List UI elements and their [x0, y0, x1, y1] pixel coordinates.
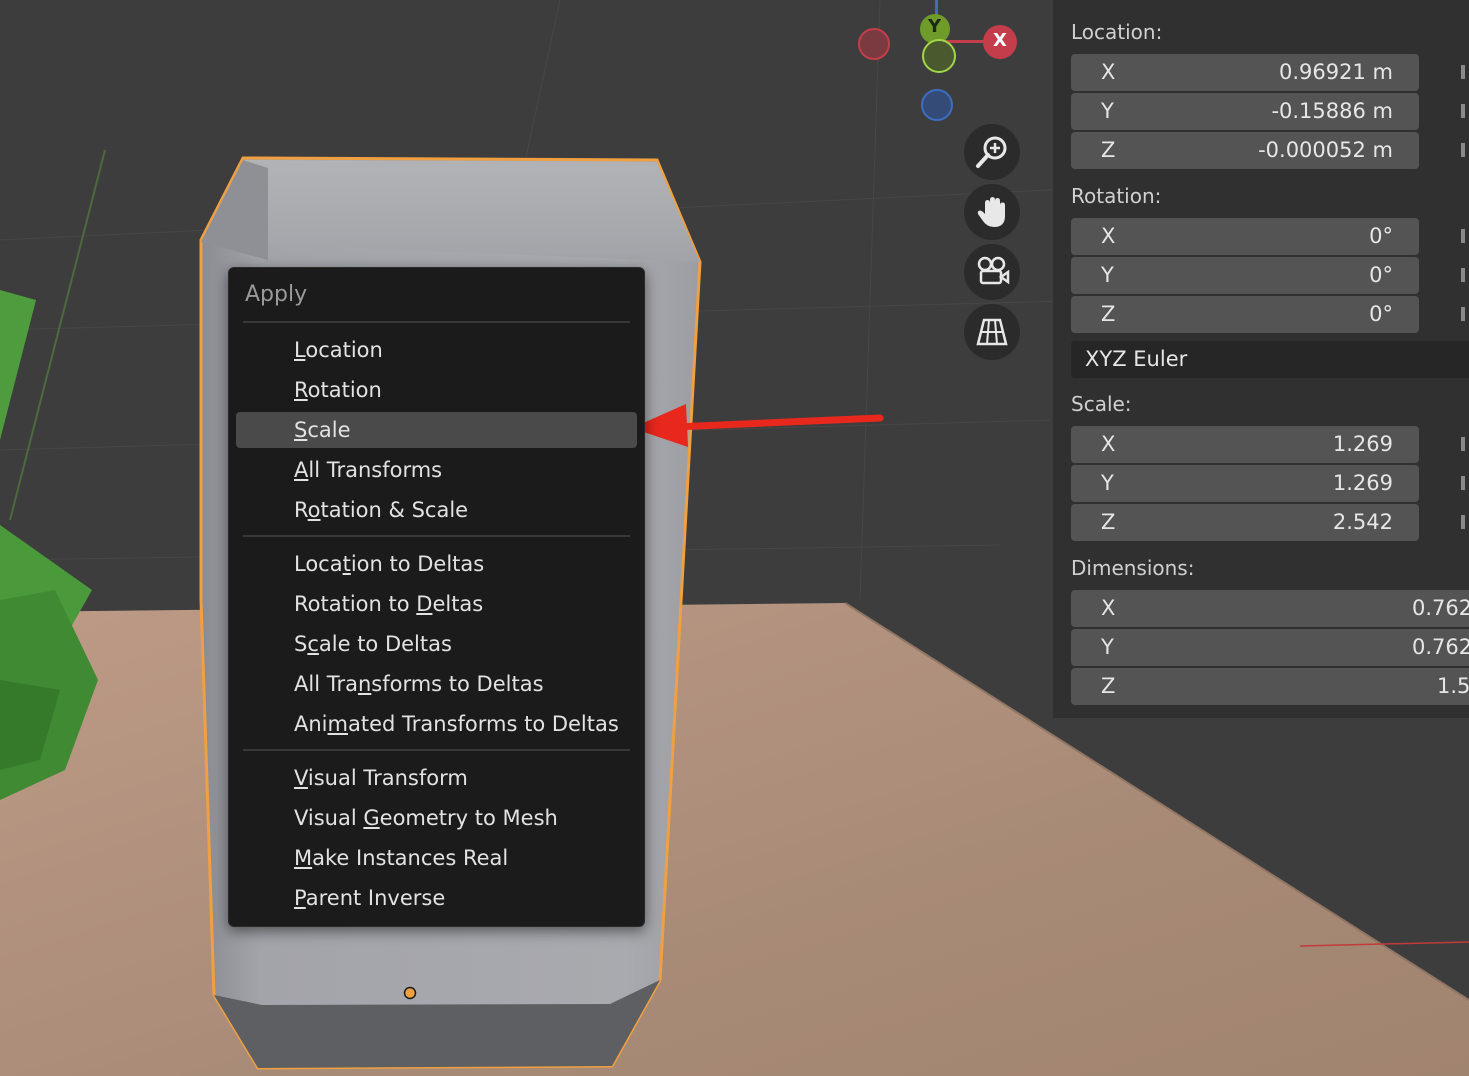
menu-item-parent-inverse[interactable]: Parent Inverse — [236, 880, 637, 916]
field-axis: Z — [1101, 674, 1116, 698]
animate-property-icon[interactable] — [1461, 268, 1465, 282]
perspective-grid-icon — [976, 318, 1008, 346]
animate-property-icon[interactable] — [1461, 476, 1465, 490]
field-axis: Y — [1101, 263, 1114, 287]
menu-item-visual-geometry-to-mesh[interactable]: Visual Geometry to Mesh — [236, 800, 637, 836]
scale-z-field[interactable]: Z 2.542 — [1071, 504, 1419, 541]
menu-item-rotation-to-deltas[interactable]: Rotation to Deltas — [236, 586, 637, 622]
field-value: 0° — [1369, 263, 1393, 287]
field-value: 2.542 — [1332, 510, 1393, 534]
animate-property-icon[interactable] — [1461, 104, 1465, 118]
gizmo-neg-z-axis[interactable] — [921, 89, 953, 121]
field-axis: X — [1101, 224, 1116, 248]
animate-property-icon[interactable] — [1461, 307, 1465, 321]
rotation-label: Rotation: — [1071, 184, 1162, 208]
menu-separator — [243, 321, 630, 323]
field-axis: Y — [1101, 471, 1114, 495]
zoom-icon — [976, 136, 1007, 168]
menu-item-all-transforms-to-deltas[interactable]: All Transforms to Deltas — [236, 666, 637, 702]
menu-item-label: All Transforms to Deltas — [294, 672, 544, 696]
menu-title: Apply — [245, 282, 308, 307]
perspective-toggle-button[interactable] — [964, 304, 1020, 360]
field-value: 1.269 — [1332, 471, 1393, 495]
field-axis: X — [1101, 432, 1116, 456]
field-axis: X — [1101, 596, 1116, 620]
location-label: Location: — [1071, 20, 1163, 44]
menu-item-visual-transform[interactable]: Visual Transform — [236, 760, 637, 796]
menu-item-label: Rotation to Deltas — [294, 592, 484, 616]
menu-item-label: Animated Transforms to Deltas — [294, 712, 619, 736]
location-x-field[interactable]: X 0.96921 m — [1071, 54, 1419, 91]
field-axis: Z — [1101, 302, 1116, 326]
field-value: 0° — [1369, 302, 1393, 326]
gizmo-y-label: Y — [928, 16, 942, 37]
pan-button[interactable] — [964, 184, 1020, 240]
gizmo-x-label: X — [993, 30, 1007, 51]
field-value: 1.269 — [1332, 432, 1393, 456]
field-value: 0° — [1369, 224, 1393, 248]
menu-item-label: Scale to Deltas — [294, 632, 452, 656]
gizmo-neg-y-axis[interactable] — [922, 39, 956, 73]
scale-label: Scale: — [1071, 392, 1132, 416]
scale-x-field[interactable]: X 1.269 — [1071, 426, 1419, 463]
field-axis: Z — [1101, 138, 1116, 162]
rotation-mode-dropdown[interactable]: XYZ Euler — [1071, 341, 1469, 378]
menu-item-make-instances-real[interactable]: Make Instances Real — [236, 840, 637, 876]
field-value: 1.53 — [1437, 674, 1469, 698]
field-value: -0.000052 m — [1258, 138, 1393, 162]
field-value: 0.762 — [1412, 635, 1469, 659]
dropdown-value: XYZ Euler — [1085, 347, 1188, 371]
menu-item-label: Visual Transform — [294, 766, 468, 790]
field-value: 0.762 — [1412, 596, 1469, 620]
field-axis: Y — [1101, 99, 1114, 123]
rotation-y-field[interactable]: Y 0° — [1071, 257, 1419, 294]
menu-item-label: Rotation & Scale — [294, 498, 469, 522]
dimensions-z-field[interactable]: Z 1.53 — [1071, 668, 1469, 705]
camera-view-icon — [977, 256, 1010, 285]
animate-property-icon[interactable] — [1461, 143, 1465, 157]
apply-menu: Apply Location Rotation Scale All Transf… — [228, 267, 645, 927]
menu-separator — [243, 749, 630, 751]
animate-property-icon[interactable] — [1461, 515, 1465, 529]
menu-item-label: All Transforms — [294, 458, 443, 482]
field-value: 0.96921 m — [1279, 60, 1393, 84]
field-axis: Y — [1101, 635, 1114, 659]
menu-item-label: Location to Deltas — [294, 552, 485, 576]
zoom-button[interactable] — [964, 124, 1020, 180]
field-axis: X — [1101, 60, 1116, 84]
rotation-x-field[interactable]: X 0° — [1071, 218, 1419, 255]
location-z-field[interactable]: Z -0.000052 m — [1071, 132, 1419, 169]
menu-item-location[interactable]: Location — [236, 332, 637, 368]
menu-item-location-to-deltas[interactable]: Location to Deltas — [236, 546, 637, 582]
hand-pan-icon — [977, 197, 1005, 227]
animate-property-icon[interactable] — [1461, 65, 1465, 79]
dimensions-y-field[interactable]: Y 0.762 — [1071, 629, 1469, 666]
menu-item-all-transforms[interactable]: All Transforms — [236, 452, 637, 488]
menu-separator — [243, 535, 630, 537]
transform-panel: Location: X 0.96921 m Y -0.15886 m Z -0.000… — [1053, 0, 1469, 718]
menu-item-rotation-scale[interactable]: Rotation & Scale — [236, 492, 637, 528]
menu-item-rotation[interactable]: Rotation — [236, 372, 637, 408]
animate-property-icon[interactable] — [1461, 437, 1465, 451]
menu-item-label: Visual Geometry to Mesh — [294, 806, 558, 830]
menu-item-label: Location — [294, 338, 383, 362]
menu-item-label: Scale — [294, 418, 351, 442]
rotation-z-field[interactable]: Z 0° — [1071, 296, 1419, 333]
camera-view-button[interactable] — [964, 244, 1020, 300]
location-y-field[interactable]: Y -0.15886 m — [1071, 93, 1419, 130]
menu-item-scale-to-deltas[interactable]: Scale to Deltas — [236, 626, 637, 662]
menu-item-label: Make Instances Real — [294, 846, 509, 870]
menu-item-label: Parent Inverse — [294, 886, 446, 910]
menu-item-scale[interactable]: Scale — [236, 412, 637, 448]
field-value: -0.15886 m — [1271, 99, 1393, 123]
menu-item-animated-transforms-to-deltas[interactable]: Animated Transforms to Deltas — [236, 706, 637, 742]
menu-item-label: Rotation — [294, 378, 382, 402]
gizmo-x-axis[interactable]: X — [983, 25, 1017, 59]
field-axis: Z — [1101, 510, 1116, 534]
gizmo-neg-x-axis[interactable] — [858, 28, 890, 60]
scale-y-field[interactable]: Y 1.269 — [1071, 465, 1419, 502]
dimensions-x-field[interactable]: X 0.762 — [1071, 590, 1469, 627]
animate-property-icon[interactable] — [1461, 229, 1465, 243]
dimensions-label: Dimensions: — [1071, 556, 1195, 580]
